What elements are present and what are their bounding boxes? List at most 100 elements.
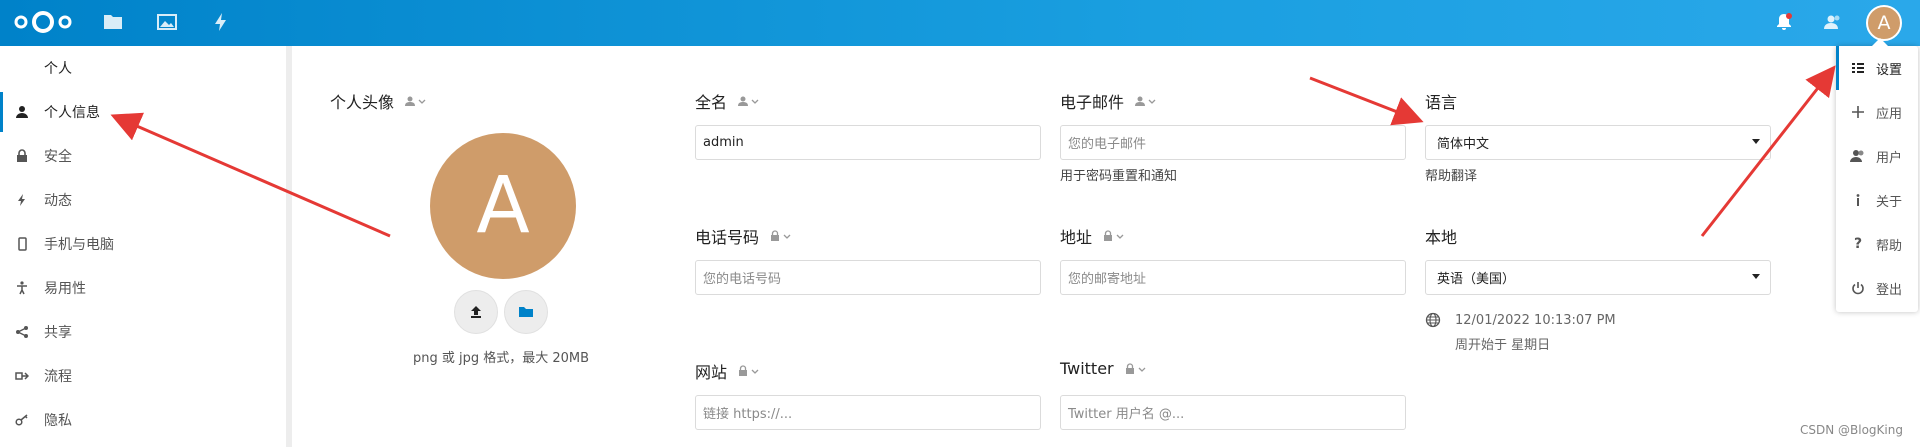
help-translate-link[interactable]: 帮助翻译 bbox=[1425, 165, 1477, 184]
sidebar-item-accessibility[interactable]: 易用性 bbox=[0, 268, 286, 308]
address-label: 地址 bbox=[1060, 224, 1124, 248]
sidebar-item-label: 共享 bbox=[44, 325, 72, 341]
chevron-down-icon bbox=[1752, 274, 1760, 279]
fullname-input[interactable]: admin bbox=[695, 125, 1041, 160]
locale-label: 本地 bbox=[1425, 224, 1457, 248]
globe-icon bbox=[1425, 312, 1441, 328]
user-avatar-button[interactable]: A bbox=[1866, 5, 1902, 41]
profile-avatar: A bbox=[430, 133, 576, 279]
visibility-private-icon[interactable] bbox=[1102, 230, 1124, 242]
notifications-icon[interactable] bbox=[1773, 11, 1795, 33]
phone-icon bbox=[14, 236, 30, 252]
fullname-label-text: 全名 bbox=[695, 93, 728, 112]
sidebar-item-label: 手机与电脑 bbox=[44, 237, 114, 253]
menu-item-users[interactable]: 用户 bbox=[1836, 134, 1918, 178]
visibility-contacts-icon[interactable] bbox=[404, 95, 426, 107]
sidebar-item-devices[interactable]: 手机与电脑 bbox=[0, 224, 286, 264]
sidebar-item-security[interactable]: 安全 bbox=[0, 136, 286, 176]
sidebar-item-activity[interactable]: 动态 bbox=[0, 180, 286, 220]
locale-select[interactable]: 英语（美国） bbox=[1425, 260, 1771, 295]
twitter-label-text: Twitter bbox=[1060, 359, 1114, 378]
visibility-contacts-icon[interactable] bbox=[1134, 95, 1156, 107]
chevron-down-icon bbox=[1752, 139, 1760, 144]
menu-item-help[interactable]: ? 帮助 bbox=[1836, 222, 1918, 266]
watermark: CSDN @BlogKing bbox=[1800, 423, 1903, 437]
website-label-text: 网站 bbox=[695, 363, 728, 382]
upload-avatar-button[interactable] bbox=[454, 290, 498, 334]
locale-value: 英语（美国） bbox=[1437, 272, 1516, 287]
menu-item-label: 应用 bbox=[1876, 106, 1903, 122]
share-icon bbox=[14, 324, 30, 340]
sidebar-item-label: 隐私 bbox=[44, 413, 72, 429]
settings-sidebar: 个人 个人信息 安全 动态 手机与电脑 易用性 共享 流程 隐私 bbox=[0, 46, 292, 447]
sidebar-item-privacy[interactable]: 隐私 bbox=[0, 400, 286, 440]
email-hint: 用于密码重置和通知 bbox=[1060, 169, 1178, 184]
nextcloud-logo[interactable] bbox=[12, 9, 74, 35]
visibility-private-icon[interactable] bbox=[1124, 362, 1146, 375]
menu-item-label: 用户 bbox=[1876, 150, 1903, 166]
address-label-text: 地址 bbox=[1060, 228, 1093, 247]
menu-item-label: 登出 bbox=[1876, 282, 1903, 298]
menu-item-apps[interactable]: 应用 bbox=[1836, 90, 1918, 134]
menu-item-about[interactable]: 关于 bbox=[1836, 178, 1918, 222]
twitter-input[interactable]: Twitter 用户名 @... bbox=[1060, 395, 1406, 430]
activity-icon bbox=[14, 192, 30, 208]
sidebar-item-personal-info[interactable]: 个人信息 bbox=[0, 92, 286, 132]
users-icon bbox=[1850, 148, 1866, 164]
avatar-label-text: 个人头像 bbox=[330, 93, 395, 112]
sidebar-item-label: 流程 bbox=[44, 369, 72, 385]
visibility-private-icon[interactable] bbox=[737, 365, 759, 377]
phone-label-text: 电话号码 bbox=[695, 228, 760, 247]
phone-input[interactable]: 您的电话号码 bbox=[695, 260, 1041, 295]
language-value: 简体中文 bbox=[1437, 137, 1490, 152]
language-label-text: 语言 bbox=[1425, 93, 1458, 112]
flow-icon bbox=[14, 368, 30, 384]
website-label: 网站 bbox=[695, 359, 759, 383]
language-label: 语言 bbox=[1425, 89, 1457, 113]
language-select[interactable]: 简体中文 bbox=[1425, 125, 1771, 160]
menu-item-label: 关于 bbox=[1876, 194, 1903, 210]
menu-item-label: 设置 bbox=[1876, 62, 1903, 78]
folder-icon bbox=[519, 307, 533, 317]
choose-from-files-button[interactable] bbox=[504, 290, 548, 334]
sidebar-item-label: 安全 bbox=[44, 149, 72, 165]
avatar-hint: png 或 jpg 格式，最大 20MB bbox=[413, 351, 590, 366]
contacts-icon[interactable] bbox=[1822, 11, 1844, 33]
sidebar-item-sharing[interactable]: 共享 bbox=[0, 312, 286, 352]
lock-icon bbox=[14, 148, 30, 164]
menu-item-logout[interactable]: 登出 bbox=[1836, 266, 1918, 310]
settings-list-icon bbox=[1850, 60, 1866, 76]
email-label-text: 电子邮件 bbox=[1060, 93, 1125, 112]
email-label: 电子邮件 bbox=[1060, 89, 1156, 113]
menu-item-label: 帮助 bbox=[1876, 238, 1903, 254]
accessibility-icon bbox=[14, 280, 30, 296]
upload-icon bbox=[471, 306, 481, 318]
visibility-contacts-icon[interactable] bbox=[737, 95, 759, 107]
help-icon: ? bbox=[1853, 236, 1863, 252]
sidebar-item-label: 个人信息 bbox=[44, 105, 100, 121]
phone-label: 电话号码 bbox=[695, 224, 791, 248]
twitter-label: Twitter bbox=[1060, 359, 1146, 378]
sidebar-item-label: 易用性 bbox=[44, 281, 86, 297]
email-input[interactable]: 您的电子邮件 bbox=[1060, 125, 1406, 160]
sidebar-item-flow[interactable]: 流程 bbox=[0, 356, 286, 396]
locale-label-text: 本地 bbox=[1425, 228, 1458, 247]
activity-icon[interactable] bbox=[210, 11, 232, 33]
sidebar-item-label: 动态 bbox=[44, 193, 72, 209]
user-icon bbox=[14, 104, 30, 120]
locale-week-start: 周开始于 星期日 bbox=[1455, 338, 1551, 353]
plus-icon bbox=[1850, 104, 1866, 120]
visibility-private-icon[interactable] bbox=[769, 230, 791, 242]
key-icon bbox=[14, 412, 30, 428]
website-input[interactable]: 链接 https://... bbox=[695, 395, 1041, 430]
user-menu: 设置 应用 用户 关于 ? 帮助 登出 bbox=[1836, 38, 1918, 312]
fullname-label: 全名 bbox=[695, 89, 759, 113]
sidebar-heading: 个人 bbox=[44, 61, 72, 77]
arrow-to-language-select bbox=[1309, 76, 1424, 126]
address-input[interactable]: 您的邮寄地址 bbox=[1060, 260, 1406, 295]
top-header: A bbox=[0, 0, 1920, 46]
photos-icon[interactable] bbox=[156, 11, 178, 33]
menu-item-settings[interactable]: 设置 bbox=[1836, 46, 1918, 90]
locale-time: 12/01/2022 10:13:07 PM bbox=[1455, 313, 1616, 328]
files-icon[interactable] bbox=[102, 11, 124, 33]
